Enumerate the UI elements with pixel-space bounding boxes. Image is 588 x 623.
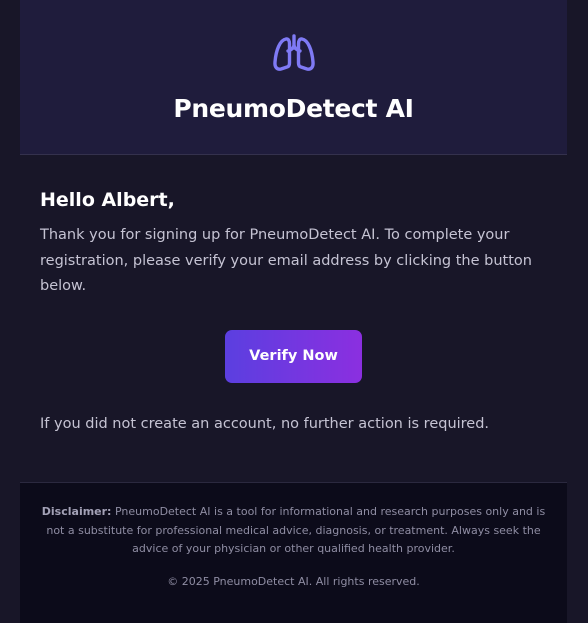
email-body: Hello Albert, Thank you for signing up f… [20, 155, 567, 435]
greeting-heading: Hello Albert, [40, 189, 175, 211]
email-card: PneumoDetect AI Hello Albert, Thank you … [20, 0, 567, 623]
disclaimer-body: PneumoDetect AI is a tool for informatio… [46, 505, 546, 555]
email-viewport: PneumoDetect AI Hello Albert, Thank you … [0, 0, 588, 623]
brand-title: PneumoDetect AI [173, 94, 414, 123]
no-action-note: If you did not create an account, no fur… [40, 415, 490, 432]
disclaimer-label: Disclaimer: [41, 505, 112, 518]
email-header: PneumoDetect AI [20, 0, 567, 155]
button-wrapper: Verify Now [40, 329, 547, 383]
email-footer: Disclaimer: PneumoDetect AI is a tool fo… [20, 482, 567, 623]
verification-message: Thank you for signing up for PneumoDetec… [40, 227, 532, 294]
copyright-text: © 2025 PneumoDetect AI. All rights reser… [167, 574, 420, 588]
disclaimer-text: Disclaimer: PneumoDetect AI is a tool fo… [38, 503, 549, 559]
lungs-icon [272, 34, 315, 71]
verify-now-button[interactable]: Verify Now [225, 329, 362, 383]
